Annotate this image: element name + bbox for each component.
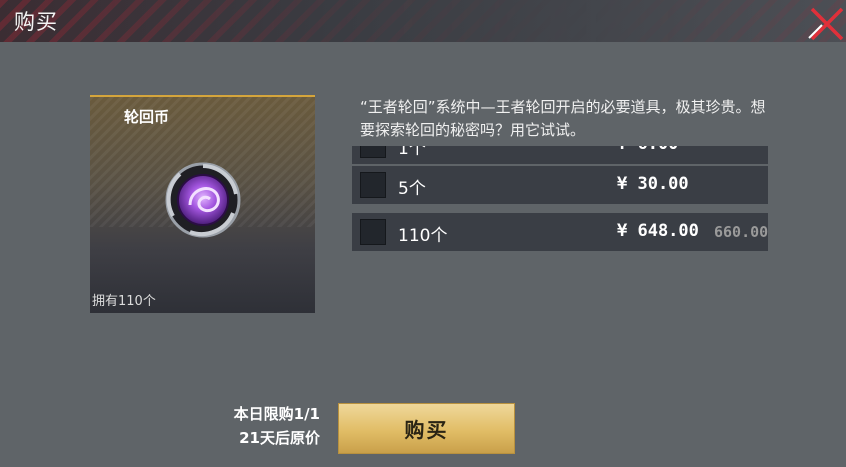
reincarnation-coin-icon xyxy=(165,162,241,238)
option-row[interactable]: 5个 ¥ 30.00 xyxy=(352,166,768,204)
option-quantity: 110个 xyxy=(398,226,448,246)
option-price: ¥ 648.00 xyxy=(617,221,699,241)
dialog-header: 购买 xyxy=(0,0,846,42)
dialog-title: 购买 xyxy=(14,10,58,34)
purchase-limit-info: 本日限购1/1 21天后原价 xyxy=(190,402,320,450)
option-quantity: 5个 xyxy=(398,179,426,199)
quantity-options-list[interactable]: 1个 ¥ 6.00 5个 ¥ 30.00 110个 ¥ 648.00 660.0… xyxy=(352,146,768,254)
item-description: “王者轮回”系统中—王者轮回开启的必要道具，极其珍贵。想要探索轮回的秘密吗？用它… xyxy=(360,98,766,139)
option-price: ¥ 6.00 xyxy=(617,146,678,154)
option-checkbox[interactable] xyxy=(360,172,386,198)
option-quantity: 1个 xyxy=(398,146,426,159)
item-card: 轮回币 拥有110个 xyxy=(90,95,315,313)
option-original-price: 660.00 xyxy=(714,223,768,241)
close-x-icon xyxy=(808,7,844,41)
owned-count: 拥有110个 xyxy=(92,294,156,309)
buy-button[interactable]: 购买 xyxy=(338,403,515,454)
option-price: ¥ 30.00 xyxy=(617,174,689,194)
header-stripes xyxy=(0,0,846,42)
item-name: 轮回币 xyxy=(124,108,170,126)
option-checkbox[interactable] xyxy=(360,146,386,158)
price-reset-note: 21天后原价 xyxy=(239,429,320,447)
close-button[interactable] xyxy=(802,0,846,42)
daily-limit: 本日限购1/1 xyxy=(233,405,320,423)
option-row[interactable]: 1个 ¥ 6.00 xyxy=(352,146,768,164)
option-checkbox[interactable] xyxy=(360,219,386,245)
option-row[interactable]: 110个 ¥ 648.00 660.00 xyxy=(352,213,768,251)
